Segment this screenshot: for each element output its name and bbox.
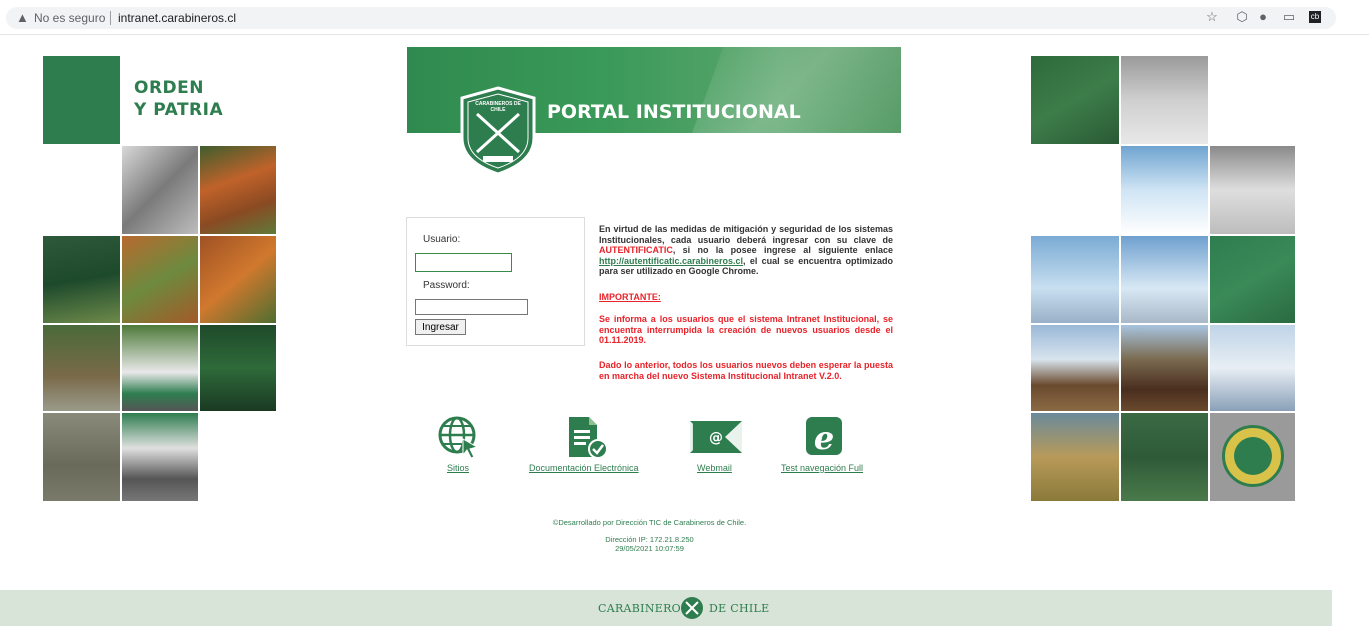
photo-tile-sky [1121, 146, 1208, 234]
photo-tile-road [43, 413, 120, 501]
bookmark-star-icon[interactable]: ☆ [1205, 10, 1219, 24]
photo-tile-cloud-gray-2 [1210, 146, 1295, 234]
browser-e-icon[interactable]: e [804, 415, 844, 457]
photo-tile-trail [43, 325, 120, 411]
important-notice-1: Se informa a los usuarios que el sistema… [599, 314, 893, 345]
svg-text:CHILE: CHILE [491, 107, 507, 113]
photo-tile-trees [122, 236, 198, 323]
svg-text:e: e [814, 419, 834, 457]
photo-tile-grass [1121, 413, 1208, 501]
photo-tile-mountains [1210, 325, 1295, 411]
photo-tile-horse-rider-2 [1121, 325, 1208, 411]
brand-square [43, 56, 120, 144]
photo-tile-forest [43, 236, 120, 323]
extension-shield-icon[interactable]: ⬡ [1235, 10, 1249, 24]
carabineros-shield-icon: CARABINEROS DE CHILE [460, 86, 536, 176]
password-input[interactable] [415, 299, 528, 315]
developer-credit: ©Desarrollado por Dirección TIC de Carab… [552, 518, 747, 527]
quicklink-test-navegacion[interactable]: Test navegación Full [781, 463, 863, 473]
address-bar[interactable]: ▲ No es seguro intranet.carabineros.cl [6, 7, 1336, 29]
document-check-icon[interactable] [566, 415, 610, 459]
autentificatic-text: AUTENTIFICATIC [599, 245, 673, 255]
important-heading: IMPORTANTE: [599, 292, 661, 302]
photo-tile-green-texture [1031, 56, 1119, 144]
photo-tile-green [200, 325, 276, 411]
quicklink-webmail[interactable]: Webmail [697, 463, 732, 473]
timestamp: 29/05/2021 10:07:59 [615, 544, 684, 553]
important-notice-2: Dado lo anterior, todos los usuarios nue… [599, 360, 893, 381]
photo-tile-sky-2 [1031, 236, 1119, 323]
login-button[interactable]: Ingresar [415, 319, 466, 335]
photo-tile-green-2 [1210, 236, 1295, 323]
photo-tile-autumn [200, 146, 276, 234]
warning-icon[interactable]: ▲ [16, 10, 29, 25]
envelope-at-icon[interactable]: @ [689, 420, 743, 454]
globe-cursor-icon[interactable] [437, 415, 481, 459]
photo-tile-sky-3 [1121, 236, 1208, 323]
photo-tile-patrol-car [122, 325, 198, 411]
photo-tile-field [1031, 413, 1119, 501]
notice-paragraph: En virtud de las medidas de mitigación y… [599, 224, 893, 276]
divider [110, 11, 111, 25]
footer-carabineros: CARABINEROS [598, 602, 689, 615]
url-text[interactable]: intranet.carabineros.cl [118, 11, 236, 25]
photo-tile-cloud-gray [1121, 56, 1208, 144]
browser-toolbar: ▲ No es seguro intranet.carabineros.cl ☆… [0, 0, 1369, 35]
quicklink-sitios[interactable]: Sitios [447, 463, 469, 473]
svg-text:@: @ [709, 430, 723, 446]
photo-tile-emblem [1210, 413, 1295, 501]
photo-tile-car-front [122, 413, 198, 501]
footer-shield-icon [681, 597, 703, 619]
quicklink-documentacion[interactable]: Documentación Electrónica [529, 463, 639, 473]
photo-tile-snow [122, 146, 198, 234]
banner-title: PORTAL INSTITUCIONAL [547, 101, 801, 123]
footer-bar: CARABINEROS DE CHILE [0, 590, 1332, 626]
username-label: Usuario: [423, 234, 461, 245]
ip-address: Dirección IP: 172.21.8.250 [605, 535, 694, 544]
username-input[interactable] [415, 253, 512, 272]
photo-tile-horse-rider-1 [1031, 325, 1119, 411]
password-label: Password: [423, 280, 470, 291]
extension-puzzle-icon[interactable]: ● [1256, 10, 1270, 24]
photo-tile-foliage [200, 236, 276, 323]
footer-de-chile: DE CHILE [709, 602, 770, 615]
extension-cb-icon[interactable]: cb [1309, 11, 1321, 23]
autentificatic-link[interactable]: http://autentificatic.carabineros.cl [599, 256, 743, 266]
extension-window-icon[interactable]: ▭ [1282, 10, 1296, 24]
security-label[interactable]: No es seguro [34, 11, 105, 25]
slogan: ORDEN Y PATRIA [134, 78, 224, 120]
